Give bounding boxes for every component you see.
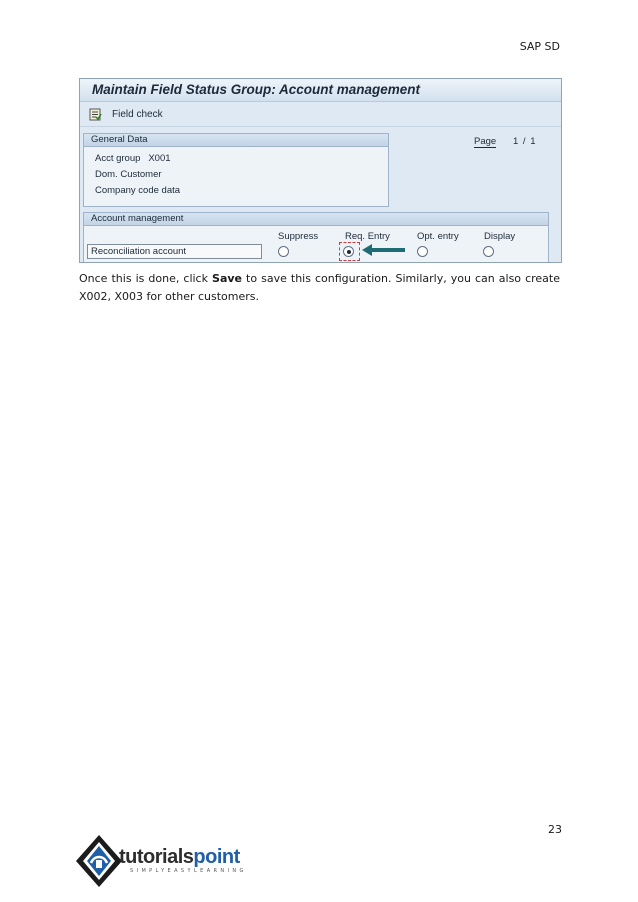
account-management-heading: Account management — [84, 213, 548, 226]
tutorialspoint-logo-icon — [76, 835, 122, 887]
field-check-icon[interactable] — [89, 108, 102, 121]
col-display: Display — [484, 231, 516, 242]
para-bold-save: Save — [212, 272, 242, 285]
toolbar: Field check — [80, 102, 561, 127]
logo-wordmark: tutorialspoint — [119, 846, 240, 869]
col-opt-entry: Opt. entry — [417, 231, 459, 242]
page-label: Page — [474, 136, 497, 148]
sap-window: Maintain Field Status Group: Account man… — [79, 78, 562, 263]
company-code-text: Company code data — [95, 185, 181, 196]
page-number: 23 — [548, 823, 562, 836]
para-text-1: Once this is done, click — [79, 272, 213, 285]
general-data-group: General Data Acct group X001 Dom. Custom… — [83, 133, 389, 207]
radio-suppress[interactable] — [278, 246, 289, 257]
dom-customer-text: Dom. Customer — [95, 169, 162, 180]
col-req-entry: Req. Entry — [345, 231, 390, 242]
general-data-heading: General Data — [84, 134, 388, 147]
acct-group-value: X001 — [148, 153, 171, 164]
focus-highlight — [339, 242, 360, 261]
field-check-button[interactable]: Field check — [112, 109, 163, 120]
pointer-arrow-icon — [362, 244, 405, 256]
acct-group-row: Acct group X001 — [95, 153, 171, 164]
reconciliation-account-field: Reconciliation account — [87, 244, 262, 259]
logo-wordmark-a: tutorials — [119, 846, 194, 868]
logo-wordmark-b: point — [193, 846, 240, 868]
radio-display[interactable] — [483, 246, 494, 257]
radio-opt-entry[interactable] — [417, 246, 428, 257]
window-title: Maintain Field Status Group: Account man… — [80, 79, 561, 102]
col-suppress: Suppress — [278, 231, 319, 242]
acct-group-label: Acct group — [95, 153, 141, 164]
logo-tagline: SIMPLYEASYLEARNING — [130, 868, 247, 874]
running-header: SAP SD — [519, 40, 560, 53]
body-paragraph: Once this is done, click Save to save th… — [79, 270, 560, 306]
page-value: 1 / 1 — [513, 136, 537, 147]
